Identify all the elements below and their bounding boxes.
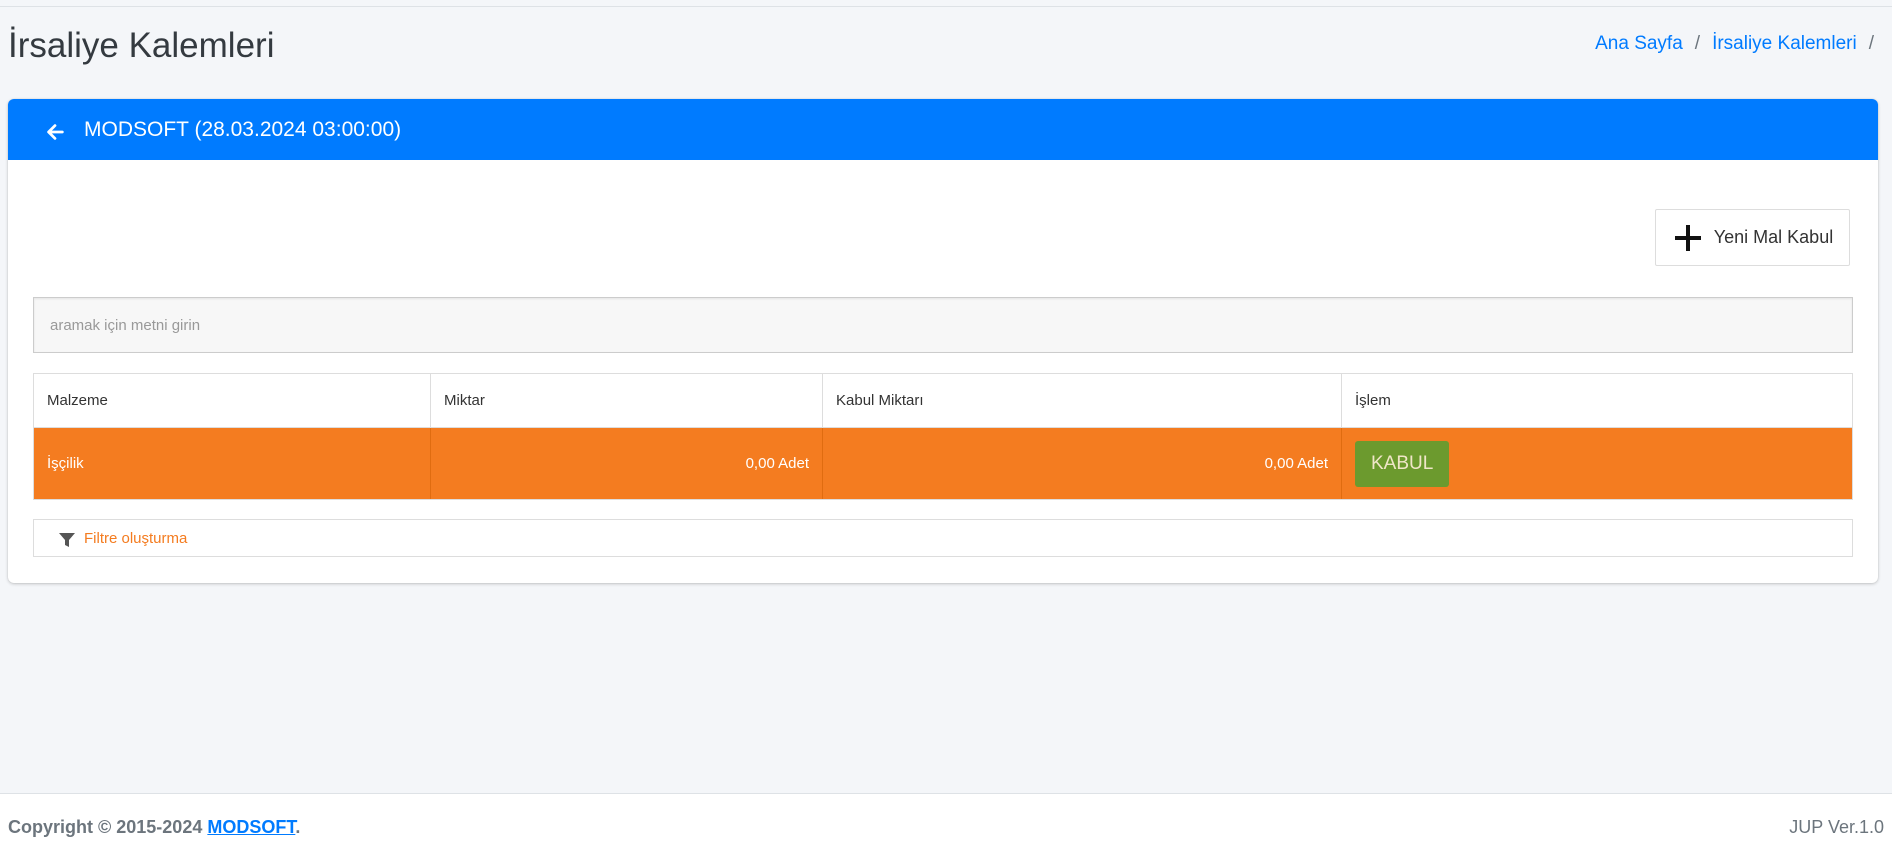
arrow-left-icon[interactable] <box>44 121 66 143</box>
table-row[interactable]: İşçilik 0,00 Adet 0,00 Adet KABUL <box>34 428 1852 499</box>
cell-miktar: 0,00 Adet <box>431 428 823 499</box>
search-input[interactable] <box>50 298 1852 352</box>
create-filter-link[interactable]: Filtre oluşturma <box>84 530 187 547</box>
breadcrumb-separator: / <box>1868 33 1874 54</box>
column-header-islem[interactable]: İşlem <box>1342 374 1852 427</box>
search-box <box>33 297 1853 353</box>
version-text: JUP Ver.1.0 <box>1789 816 1884 837</box>
cell-islem: KABUL <box>1342 428 1852 499</box>
column-header-malzeme[interactable]: Malzeme <box>34 374 431 427</box>
card-header: MODSOFT (28.03.2024 03:00:00) <box>8 99 1878 160</box>
brand-link[interactable]: MODSOFT <box>207 817 295 837</box>
breadcrumb-separator: / <box>1694 33 1701 54</box>
breadcrumb: Ana Sayfa / İrsaliye Kalemleri / <box>1595 33 1874 55</box>
footer: Copyright © 2015-2024 MODSOFT. JUP Ver.1… <box>0 793 1892 860</box>
filter-bar: Filtre oluşturma <box>33 519 1853 557</box>
copyright-text: Copyright © 2015-2024 MODSOFT. <box>8 817 300 838</box>
new-goods-receipt-button[interactable]: Yeni Mal Kabul <box>1655 209 1850 266</box>
breadcrumb-home-link[interactable]: Ana Sayfa <box>1595 33 1683 55</box>
filter-icon <box>58 531 76 549</box>
items-table: Malzeme Miktar Kabul Miktarı İşlem İşçil… <box>33 373 1853 500</box>
new-goods-receipt-label: Yeni Mal Kabul <box>1713 227 1834 247</box>
brand-suffix: . <box>295 816 301 837</box>
delivery-items-card: MODSOFT (28.03.2024 03:00:00) Yeni Mal K… <box>8 99 1878 583</box>
table-header-row: Malzeme Miktar Kabul Miktarı İşlem <box>34 374 1852 428</box>
column-header-miktar[interactable]: Miktar <box>431 374 823 427</box>
copyright-label: Copyright © 2015-2024 <box>8 816 203 837</box>
column-header-kabul-miktari[interactable]: Kabul Miktarı <box>823 374 1342 427</box>
top-divider <box>0 6 1892 7</box>
card-title: MODSOFT (28.03.2024 03:00:00) <box>84 117 402 141</box>
breadcrumb-current-link[interactable]: İrsaliye Kalemleri <box>1712 33 1857 55</box>
cell-malzeme: İşçilik <box>34 428 431 499</box>
cell-kabul-miktari: 0,00 Adet <box>823 428 1342 499</box>
plus-icon <box>1672 222 1704 254</box>
accept-button[interactable]: KABUL <box>1355 440 1450 487</box>
page-title: İrsaliye Kalemleri <box>8 26 275 65</box>
